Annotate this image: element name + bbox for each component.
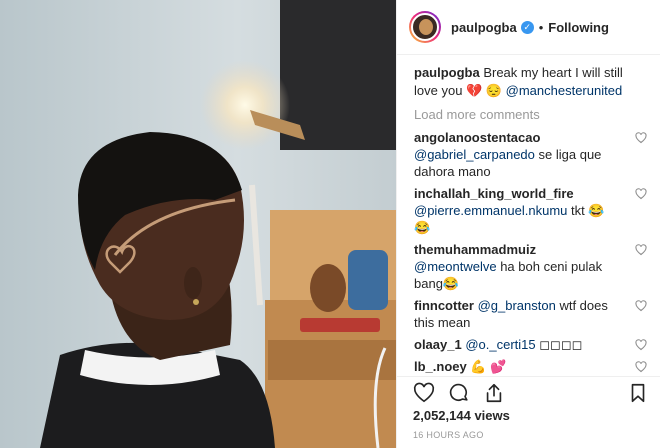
view-count[interactable]: 2,052,144 views bbox=[413, 408, 510, 423]
comment-username[interactable]: olaay_1 bbox=[414, 337, 462, 352]
caption-username[interactable]: paulpogba bbox=[414, 65, 480, 80]
post-actions bbox=[397, 376, 660, 408]
comment-like-heart-icon[interactable] bbox=[635, 132, 647, 144]
comment-item: lb_.noey 💪 💕 bbox=[414, 358, 647, 375]
post-photo[interactable] bbox=[0, 0, 396, 448]
comment-mention[interactable]: @g_branston bbox=[478, 298, 556, 313]
comment-mention[interactable]: @meontwelve bbox=[414, 259, 497, 274]
post-caption: paulpogba Break my heart I will still lo… bbox=[414, 64, 647, 100]
comment-mention[interactable]: @pierre.emmanuel.nkumu bbox=[414, 203, 567, 218]
load-more-comments-link[interactable]: Load more comments bbox=[414, 106, 647, 124]
comment-username[interactable]: themuhammadmuiz bbox=[414, 242, 536, 257]
comment-item: inchallah_king_world_fire @pierre.emmanu… bbox=[414, 185, 647, 236]
comment-like-heart-icon[interactable] bbox=[635, 361, 647, 373]
comment-username[interactable]: lb_.noey bbox=[414, 359, 467, 374]
comment-like-heart-icon[interactable] bbox=[635, 300, 647, 312]
comment-like-heart-icon[interactable] bbox=[635, 244, 647, 256]
comment-item: olaay_1 @o._certi15 ◻◻◻◻ bbox=[414, 336, 647, 353]
comment-text: olaay_1 @o._certi15 ◻◻◻◻ bbox=[414, 336, 622, 353]
comment-mention[interactable]: @gabriel_carpanedo bbox=[414, 147, 535, 162]
comment-text: lb_.noey 💪 💕 bbox=[414, 358, 622, 375]
comment-like-heart-icon[interactable] bbox=[635, 188, 647, 200]
verified-badge-icon: ✓ bbox=[520, 20, 534, 34]
bookmark-icon[interactable] bbox=[627, 382, 649, 404]
following-button[interactable]: Following bbox=[548, 20, 609, 35]
comments-list[interactable]: paulpogba Break my heart I will still lo… bbox=[397, 64, 660, 375]
heart-icon[interactable] bbox=[413, 382, 435, 404]
barber-photo-image bbox=[0, 0, 396, 448]
comment-like-heart-icon[interactable] bbox=[635, 339, 647, 351]
post-sidebar: paulpogba ✓ • Following paulpogba Break … bbox=[396, 0, 660, 448]
header-username[interactable]: paulpogba bbox=[451, 20, 517, 35]
comment-item: angolanoostentacao @gabriel_carpanedo se… bbox=[414, 129, 647, 180]
comment-text: angolanoostentacao @gabriel_carpanedo se… bbox=[414, 129, 622, 180]
comment-text: themuhammadmuiz @meontwelve ha boh ceni … bbox=[414, 241, 622, 292]
comment-username[interactable]: angolanoostentacao bbox=[414, 130, 540, 145]
comment-body: 💪 💕 bbox=[470, 359, 507, 374]
comment-username[interactable]: finncotter bbox=[414, 298, 474, 313]
comment-icon[interactable] bbox=[448, 382, 470, 404]
header-separator: • bbox=[538, 19, 544, 35]
comment-item: themuhammadmuiz @meontwelve ha boh ceni … bbox=[414, 241, 647, 292]
comment-text: inchallah_king_world_fire @pierre.emmanu… bbox=[414, 185, 622, 236]
comment-body: ◻◻◻◻ bbox=[535, 337, 583, 352]
comment-item: finncotter @g_branston wtf does this mea… bbox=[414, 297, 647, 331]
post-timestamp[interactable]: 16 HOURS AGO bbox=[413, 430, 484, 440]
caption-mention[interactable]: @manchesterunited bbox=[506, 83, 623, 98]
comment-mention[interactable]: @o._certi15 bbox=[465, 337, 535, 352]
comment-username[interactable]: inchallah_king_world_fire bbox=[414, 186, 574, 201]
post-header: paulpogba ✓ • Following bbox=[397, 0, 660, 55]
avatar[interactable] bbox=[409, 11, 441, 43]
share-icon[interactable] bbox=[483, 382, 505, 404]
comment-text: finncotter @g_branston wtf does this mea… bbox=[414, 297, 622, 331]
